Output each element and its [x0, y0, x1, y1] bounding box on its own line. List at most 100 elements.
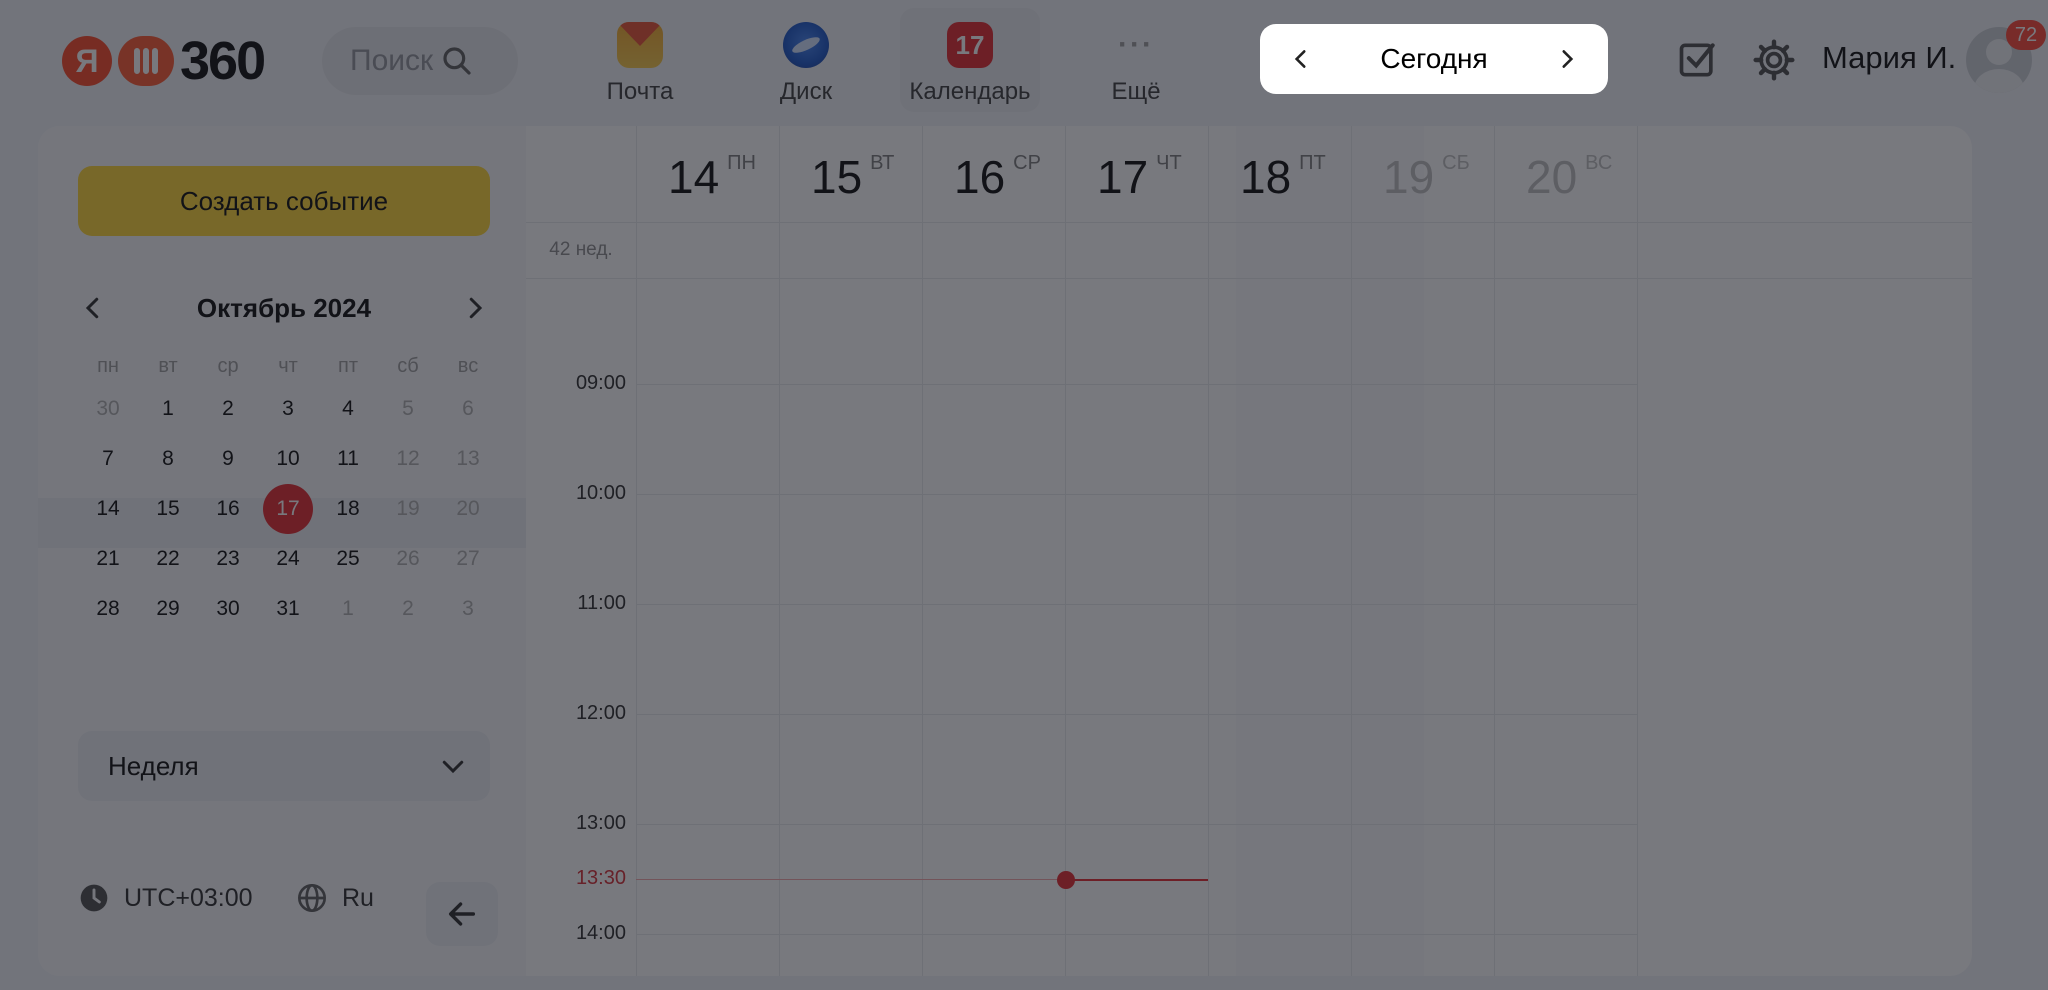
mini-calendar-day[interactable]: 6	[438, 384, 498, 434]
mini-calendar-day-number: 26	[396, 547, 420, 570]
mini-calendar-day[interactable]: 28	[78, 584, 138, 634]
day-column-header[interactable]: 16 СР	[922, 126, 1065, 222]
day-weekday: ПТ	[1299, 152, 1326, 174]
yandex-360-logo[interactable]: Я 360	[62, 31, 266, 91]
timezone-link[interactable]: UTC+03:00	[78, 882, 253, 914]
hour-label: 12:00	[575, 702, 626, 724]
mini-calendar-day[interactable]: 27	[438, 534, 498, 584]
mini-weekday-label: чт	[278, 354, 298, 377]
mini-calendar-day[interactable]: 31	[258, 584, 318, 634]
mini-calendar-day[interactable]: 30	[78, 384, 138, 434]
mini-calendar-day-number: 11	[337, 447, 359, 470]
hour-gridline	[636, 494, 1637, 495]
mini-calendar-day[interactable]: 5	[378, 384, 438, 434]
mini-calendar-day[interactable]: 29	[138, 584, 198, 634]
mini-calendar-day[interactable]: 10	[258, 434, 318, 484]
mini-calendar-day[interactable]: 15	[138, 484, 198, 534]
day-column-header[interactable]: 14 ПН	[636, 126, 779, 222]
mini-calendar-day[interactable]: 11	[318, 434, 378, 484]
next-month-chevron-icon[interactable]	[460, 293, 490, 323]
mini-calendar-day-number: 21	[96, 547, 120, 570]
mini-calendar-day[interactable]: 24	[258, 534, 318, 584]
mini-calendar-day[interactable]: 21	[78, 534, 138, 584]
mini-calendar-day-number: 28	[96, 597, 120, 620]
mini-calendar-day-number: 18	[336, 497, 360, 520]
mini-calendar-day[interactable]: 14	[78, 484, 138, 534]
today-button[interactable]: Сегодня	[1380, 43, 1487, 75]
mini-calendar-day[interactable]: 20	[438, 484, 498, 534]
ring-logo-icon	[118, 36, 174, 86]
chevron-down-icon	[442, 760, 464, 774]
day-number: 16	[954, 151, 1006, 203]
mini-calendar-day[interactable]: 19	[378, 484, 438, 534]
mini-calendar-day-number: 30	[216, 597, 240, 620]
mini-calendar-day[interactable]: 16	[198, 484, 258, 534]
mini-calendar-header: Октябрь 2024	[78, 286, 490, 330]
mini-calendar-day-number: 2	[222, 397, 234, 420]
prev-week-chevron-icon[interactable]	[1288, 46, 1314, 72]
globe-icon	[298, 884, 326, 912]
day-weekday: ВС	[1585, 152, 1613, 174]
mini-calendar-day-number: 4	[342, 397, 354, 420]
mini-calendar-day-number: 29	[156, 597, 180, 620]
day-weekday: ПН	[727, 152, 756, 174]
mini-calendar-day[interactable]: 30	[198, 584, 258, 634]
mini-calendar-day[interactable]: 7	[78, 434, 138, 484]
day-column-header[interactable]: 18 ПТ	[1208, 126, 1351, 222]
hour-label: 11:00	[577, 592, 626, 614]
mini-calendar-day-number: 19	[396, 497, 420, 520]
day-column-header[interactable]: 19 СБ	[1351, 126, 1494, 222]
mini-weekday-label: вс	[457, 354, 479, 377]
mini-calendar-day[interactable]: 4	[318, 384, 378, 434]
mini-calendar-day[interactable]: 9	[198, 434, 258, 484]
next-week-chevron-icon[interactable]	[1554, 46, 1580, 72]
current-time-dot	[1057, 871, 1075, 889]
view-select[interactable]: Неделя	[78, 731, 490, 801]
mini-calendar-month: Октябрь 2024	[196, 292, 372, 323]
create-event-button[interactable]: Создать событие	[78, 166, 490, 236]
notifications-badge: 72	[2006, 20, 2046, 50]
app-disk[interactable]: Диск	[736, 8, 876, 112]
mini-calendar-day[interactable]: 1	[138, 384, 198, 434]
day-column-header[interactable]: 17 ЧТ	[1065, 126, 1208, 222]
mini-weekday-label: пн	[97, 354, 119, 377]
arrow-left-icon	[448, 902, 476, 926]
mini-calendar-day[interactable]: 1	[318, 584, 378, 634]
mini-calendar-day[interactable]: 26	[378, 534, 438, 584]
mini-calendar-day[interactable]: 18	[318, 484, 378, 534]
current-time-label: 13:30	[575, 867, 626, 889]
hour-gridline	[636, 824, 1637, 825]
day-column-header[interactable]: 20 ВС	[1494, 126, 1637, 222]
day-column-header[interactable]: 15 ВТ	[779, 126, 922, 222]
mini-calendar-day[interactable]: 2	[378, 584, 438, 634]
search-input[interactable]: Поиск	[322, 27, 518, 95]
day-column-divider	[1208, 126, 1209, 976]
mini-calendar-day[interactable]: 17	[258, 484, 318, 534]
settings-gear-icon[interactable]	[1752, 38, 1796, 82]
app-more[interactable]: ··· Ещё	[1066, 8, 1206, 112]
mini-calendar-day[interactable]: 25	[318, 534, 378, 584]
mini-calendar-day[interactable]: 3	[438, 584, 498, 634]
user-name[interactable]: Мария И.	[1822, 40, 1956, 76]
tasks-checkbox-icon[interactable]	[1676, 38, 1720, 82]
hour-label: 09:00	[575, 372, 626, 394]
app-mail[interactable]: Почта	[570, 8, 710, 112]
mini-calendar-day-number: 6	[462, 397, 474, 420]
app-calendar[interactable]: 17 Календарь	[900, 8, 1040, 112]
mini-calendar-day[interactable]: 13	[438, 434, 498, 484]
mini-calendar-day[interactable]: 8	[138, 434, 198, 484]
mini-calendar-day[interactable]: 2	[198, 384, 258, 434]
prev-month-chevron-icon[interactable]	[78, 293, 108, 323]
hour-label: 14:00	[575, 922, 626, 944]
mini-calendar-day[interactable]: 22	[138, 534, 198, 584]
mini-calendar-day[interactable]: 23	[198, 534, 258, 584]
mini-calendar-day[interactable]: 12	[378, 434, 438, 484]
day-number: 17	[1097, 151, 1149, 203]
mini-calendar-day-number: 27	[456, 547, 480, 570]
hour-gridline	[636, 714, 1637, 715]
language-link[interactable]: Ru	[296, 882, 374, 914]
collapse-sidebar-button[interactable]	[426, 882, 498, 946]
disk-icon	[783, 22, 829, 68]
mini-calendar-day[interactable]: 3	[258, 384, 318, 434]
day-column-divider	[636, 126, 637, 976]
